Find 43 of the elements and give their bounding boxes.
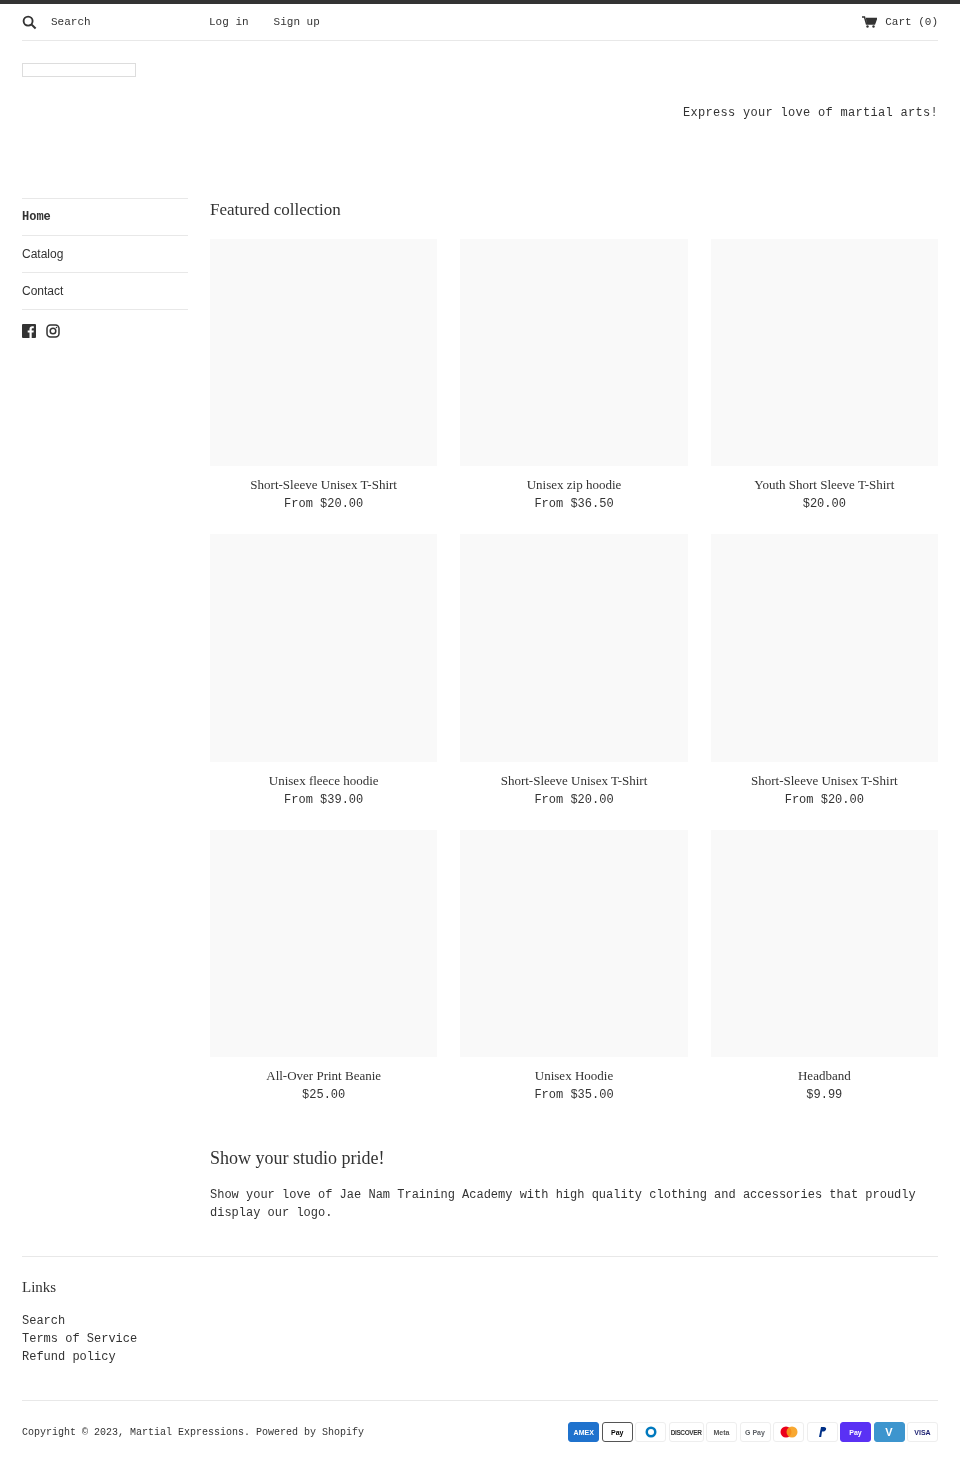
product-price: From $20.00 bbox=[284, 497, 364, 512]
product-name[interactable]: Unisex Hoodie bbox=[534, 1068, 614, 1084]
product-price: $9.99 bbox=[806, 1088, 843, 1102]
product-price: $25.00 bbox=[302, 1088, 346, 1102]
promo-text: Show your love of Jae Nam Training Academy with high quality clothing and accessories that proudly display our logo. bbox=[210, 1187, 917, 1222]
sidebar-item[interactable]: Contact bbox=[22, 273, 188, 310]
sidebar-item[interactable]: Home bbox=[22, 199, 188, 236]
product-price: From $36.50 bbox=[534, 497, 614, 512]
product-name[interactable]: Unisex fleece hoodie bbox=[268, 772, 379, 789]
footer-title: Links bbox=[22, 1279, 58, 1296]
product-name[interactable]: Unisex zip hoodie bbox=[526, 477, 622, 494]
footer-link[interactable]: Terms of Service bbox=[22, 1330, 938, 1348]
section-title: Featured collection bbox=[210, 200, 342, 220]
product-price: From $35.00 bbox=[534, 1088, 614, 1102]
footer-link[interactable]: Refund policy bbox=[22, 1348, 938, 1366]
promo-title: Show your studio pride! bbox=[210, 1148, 386, 1169]
product-name[interactable]: Short-Sleeve Unisex T-Shirt bbox=[250, 477, 397, 494]
product-price: From $20.00 bbox=[784, 792, 864, 807]
product-price: From $39.00 bbox=[284, 792, 364, 807]
search-field[interactable]: Search bbox=[51, 16, 181, 28]
footer-link[interactable]: Search bbox=[22, 1312, 938, 1330]
payment-method-icon: V bbox=[873, 1422, 905, 1443]
copyright-text: Copyright © 2023, Martial Expressions. Powered by Shopify bbox=[22, 1427, 365, 1438]
instagram-icon[interactable] bbox=[46, 324, 60, 338]
logo-placeholder[interactable] bbox=[22, 63, 136, 77]
tagline: Express your love of martial arts! bbox=[681, 106, 938, 120]
product-name[interactable]: All-Over Print Beanie bbox=[266, 1068, 382, 1084]
account-link[interactable]: Log in bbox=[209, 16, 249, 28]
product-name[interactable]: Short-Sleeve Unisex T-Shirt bbox=[500, 772, 648, 789]
payment-method-icon bbox=[773, 1422, 804, 1443]
product-name[interactable]: Headband bbox=[797, 1068, 851, 1084]
payment-method-icon bbox=[635, 1422, 667, 1443]
product-price: From $20.00 bbox=[534, 792, 614, 807]
cart-icon[interactable] bbox=[862, 16, 878, 28]
account-link[interactable]: Sign up bbox=[273, 16, 320, 28]
product-price: $20.00 bbox=[802, 497, 846, 512]
cart-link[interactable]: Cart (0) bbox=[862, 16, 938, 28]
product-name[interactable]: Short-Sleeve Unisex T-Shirt bbox=[751, 772, 898, 789]
search-icon[interactable] bbox=[22, 14, 37, 30]
facebook-icon[interactable] bbox=[22, 324, 36, 338]
payment-method-icon bbox=[806, 1422, 838, 1443]
product-name[interactable]: Youth Short Sleeve T-Shirt bbox=[754, 477, 895, 494]
sidebar-item[interactable]: Catalog bbox=[22, 236, 188, 273]
